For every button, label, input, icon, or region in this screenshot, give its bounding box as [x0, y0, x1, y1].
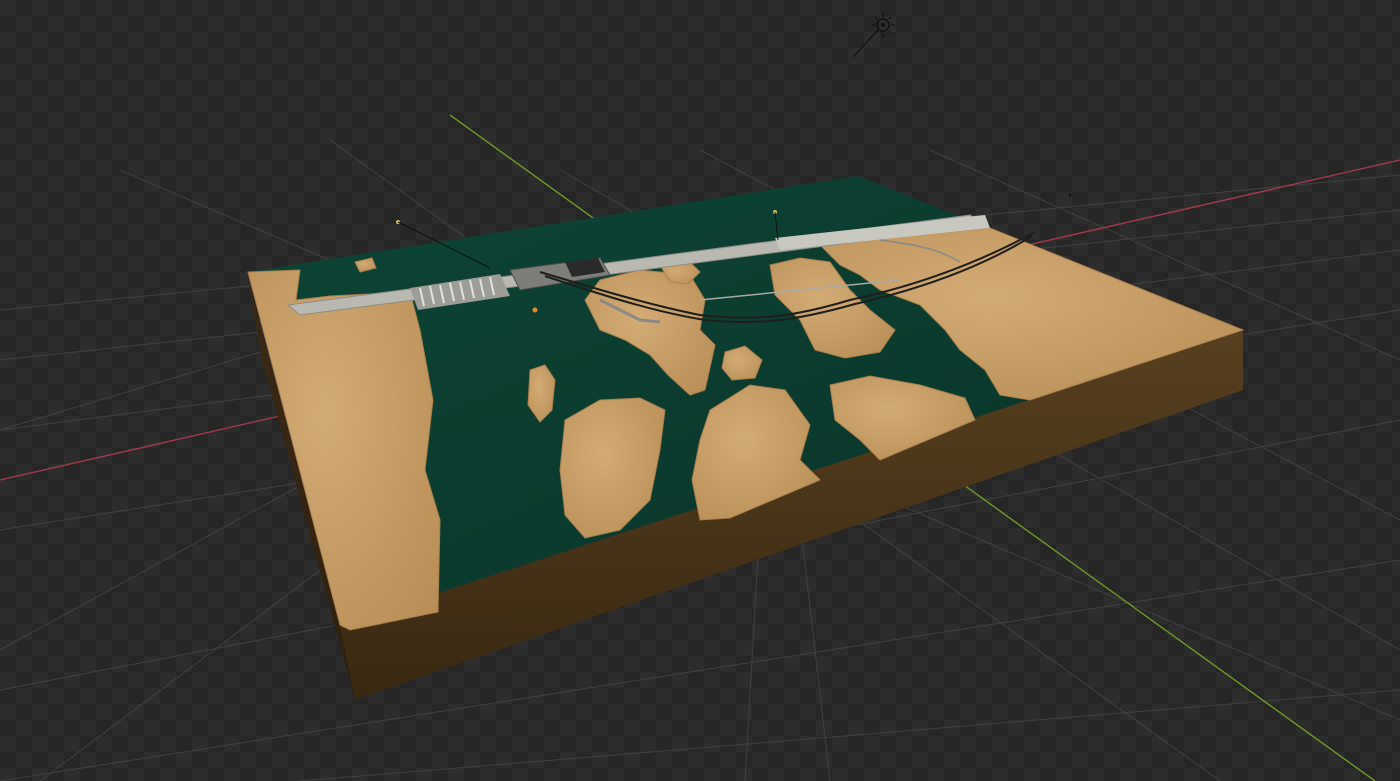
light-icon [1068, 193, 1072, 197]
scene-canvas[interactable] [0, 0, 1400, 781]
3d-viewport[interactable] [0, 0, 1400, 781]
sun-icon[interactable] [852, 13, 895, 58]
light-icon [532, 307, 538, 313]
left-bank [247, 269, 441, 631]
